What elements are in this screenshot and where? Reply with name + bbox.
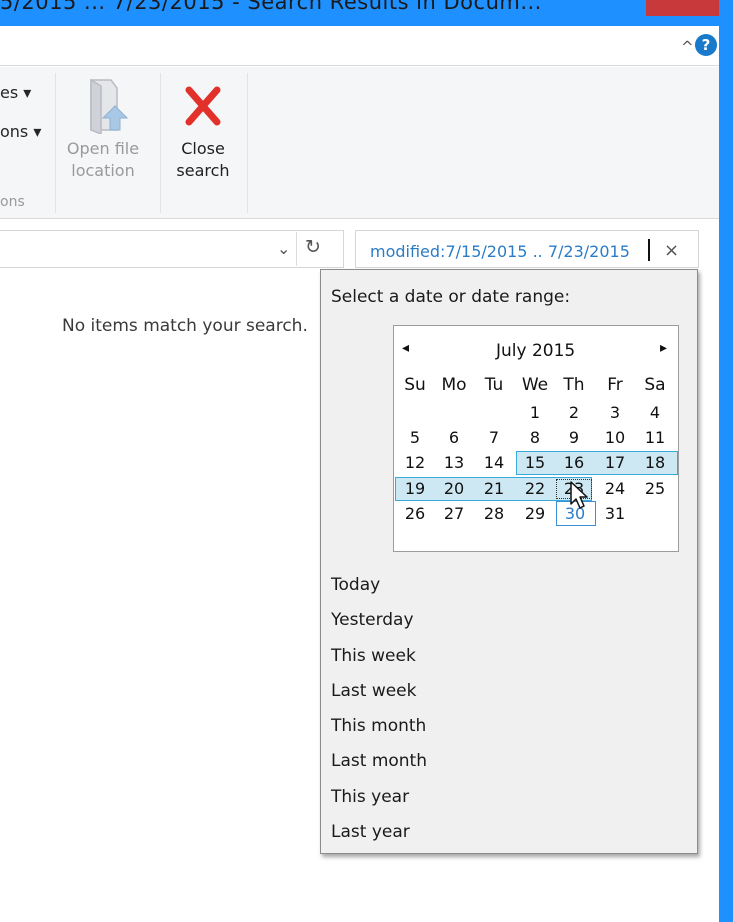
ribbon-separator xyxy=(160,73,161,213)
address-bar[interactable] xyxy=(0,230,344,268)
close-search-label-1: Close xyxy=(181,139,225,158)
weekday-header: Th xyxy=(563,375,585,395)
calendar-day[interactable]: 28 xyxy=(475,503,513,525)
red-x-icon xyxy=(185,86,221,126)
ribbon-tab-row xyxy=(0,26,719,66)
collapse-ribbon-icon[interactable]: ^ xyxy=(681,38,694,56)
weekday-header: Fr xyxy=(607,375,623,395)
clear-search-icon[interactable]: × xyxy=(664,240,679,261)
date-option-this-month[interactable]: This month xyxy=(331,716,426,736)
calendar-day[interactable]: 2 xyxy=(555,402,593,424)
close-search-label-2: search xyxy=(176,161,230,180)
calendar-day[interactable]: 9 xyxy=(555,427,593,449)
calendar-day-selected[interactable]: 17 xyxy=(596,452,634,474)
date-option-yesterday[interactable]: Yesterday xyxy=(331,610,414,630)
calendar-day[interactable]: 1 xyxy=(516,402,554,424)
weekday-header: Mo xyxy=(441,375,467,395)
open-file-location-label-2: location xyxy=(71,161,135,180)
search-input[interactable]: modified:7/15/2015 .. 7/23/2015 xyxy=(370,242,630,261)
previous-month-icon[interactable]: ◂ xyxy=(402,340,409,356)
calendar-day[interactable]: 25 xyxy=(636,478,674,500)
window-title: 5/2015 ... 7/23/2015 - Search Results in… xyxy=(0,0,542,14)
calendar-day[interactable]: 3 xyxy=(596,402,634,424)
close-search-button[interactable]: Close search xyxy=(166,76,240,182)
address-dropdown-icon[interactable]: ⌄ xyxy=(277,239,290,258)
ribbon-separator xyxy=(247,73,248,213)
date-option-this-week[interactable]: This week xyxy=(331,646,416,666)
calendar-day[interactable]: 5 xyxy=(396,427,434,449)
calendar-day-selected[interactable]: 20 xyxy=(435,478,473,500)
weekday-header: Sa xyxy=(644,375,666,395)
ribbon-separator xyxy=(55,73,56,213)
weekday-header: Tu xyxy=(484,375,504,395)
calendar-day[interactable]: 29 xyxy=(516,503,554,525)
calendar-day[interactable]: 14 xyxy=(475,452,513,474)
ribbon-partial-item-1[interactable]: es ▾ xyxy=(0,83,31,102)
open-file-location-button[interactable]: Open file location xyxy=(58,76,148,182)
open-file-location-label-1: Open file xyxy=(66,139,140,158)
calendar-day[interactable]: 4 xyxy=(636,402,674,424)
calendar-day-selected[interactable]: 15 xyxy=(516,452,554,474)
date-option-this-year[interactable]: This year xyxy=(331,787,409,807)
calendar-day-selected[interactable]: 18 xyxy=(636,452,674,474)
ribbon-partial-item-2[interactable]: ons ▾ xyxy=(0,122,41,141)
calendar-day[interactable]: 7 xyxy=(475,427,513,449)
calendar-day[interactable]: 11 xyxy=(636,427,674,449)
folder-arrow-icon xyxy=(90,78,129,136)
calendar-day[interactable]: 10 xyxy=(596,427,634,449)
weekday-header: We xyxy=(521,375,549,395)
address-separator xyxy=(296,232,297,266)
title-bar: 5/2015 ... 7/23/2015 - Search Results in… xyxy=(0,0,733,26)
calendar-day[interactable]: 26 xyxy=(396,503,434,525)
calendar-day[interactable]: 12 xyxy=(396,452,434,474)
close-window-button[interactable] xyxy=(646,0,720,16)
help-icon[interactable]: ? xyxy=(695,34,717,56)
next-month-icon[interactable]: ▸ xyxy=(660,340,667,356)
date-option-today[interactable]: Today xyxy=(331,575,380,595)
empty-results-message: No items match your search. xyxy=(62,316,308,336)
weekday-header: Su xyxy=(404,375,426,395)
calendar-day[interactable]: 6 xyxy=(435,427,473,449)
mouse-pointer-icon xyxy=(570,481,588,509)
calendar-day-selected[interactable]: 19 xyxy=(396,478,434,500)
calendar-day-selected[interactable]: 16 xyxy=(555,452,593,474)
ribbon-group-label: ons xyxy=(0,194,25,210)
month-title[interactable]: July 2015 xyxy=(496,341,575,361)
calendar-day[interactable]: 13 xyxy=(435,452,473,474)
calendar-day-selected[interactable]: 22 xyxy=(516,478,554,500)
window-frame-edge xyxy=(719,0,733,922)
date-picker-heading: Select a date or date range: xyxy=(331,287,571,307)
date-option-last-year[interactable]: Last year xyxy=(331,822,410,842)
calendar-day[interactable]: 24 xyxy=(596,478,634,500)
date-option-last-week[interactable]: Last week xyxy=(331,681,416,701)
refresh-icon[interactable]: ↻ xyxy=(305,236,321,258)
calendar-day[interactable]: 31 xyxy=(596,503,634,525)
calendar-day[interactable]: 8 xyxy=(516,427,554,449)
text-caret xyxy=(648,239,650,261)
date-option-last-month[interactable]: Last month xyxy=(331,751,427,771)
calendar-day[interactable]: 27 xyxy=(435,503,473,525)
calendar-day-selected[interactable]: 21 xyxy=(475,478,513,500)
